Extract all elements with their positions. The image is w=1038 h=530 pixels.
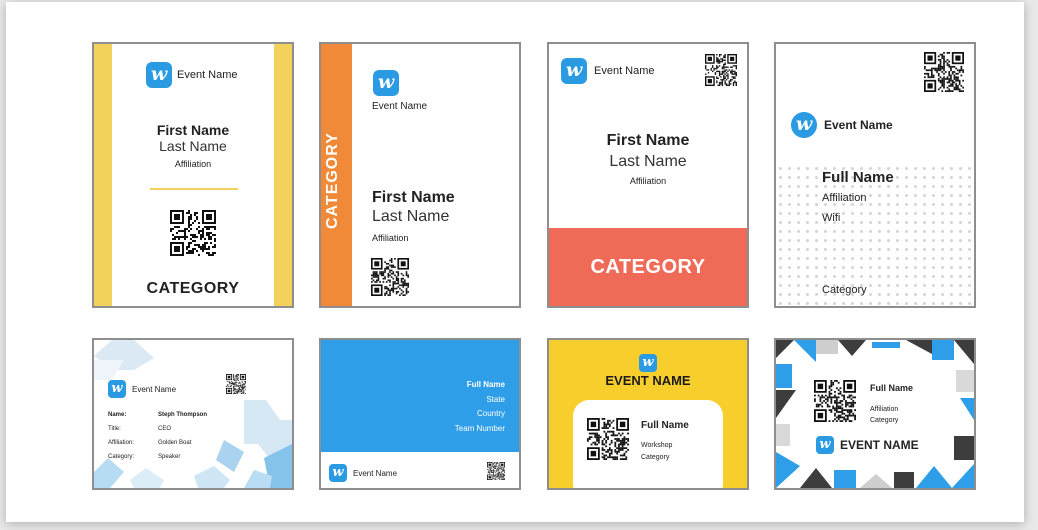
template-gallery: w Event Name First Name Last Name Affili… <box>6 2 1024 522</box>
affiliation: Affiliation <box>870 406 899 413</box>
workshop: Workshop <box>641 442 673 449</box>
geometric-border <box>776 340 974 488</box>
category: Category <box>641 454 670 461</box>
qr-code-icon <box>170 210 216 256</box>
divider <box>150 188 238 190</box>
category: Category <box>822 284 867 296</box>
info-table: Name: Steph Thompson Title: CEO Affiliatio… <box>108 408 258 464</box>
full-name: Full Name <box>466 380 505 389</box>
qr-code-icon <box>814 380 856 422</box>
event-name: EVENT NAME <box>605 373 691 388</box>
logo-icon: w <box>329 464 347 482</box>
logo-icon: w <box>791 112 817 138</box>
logo-icon: w <box>373 70 399 96</box>
left-stripe <box>94 44 112 306</box>
event-name: Event Name <box>132 384 177 394</box>
event-name: Event Name <box>824 118 893 132</box>
first-name: First Name <box>156 122 230 138</box>
name-value: Steph Thompson <box>158 412 207 418</box>
title-label: Title: <box>108 426 121 432</box>
wifi: Wifi <box>822 212 841 224</box>
event-header: w Event Name <box>108 380 176 398</box>
affiliation: Affiliation <box>822 192 867 204</box>
badge-template-1[interactable]: w Event Name First Name Last Name Affili… <box>92 42 294 308</box>
logo-icon: w <box>108 380 126 398</box>
qr-code-icon <box>487 462 505 480</box>
event-footer: w Event Name <box>329 464 397 482</box>
qr-code-icon <box>587 418 629 460</box>
affiliation-label: Affiliation: <box>108 440 134 446</box>
last-name: Last Name <box>372 208 450 225</box>
affiliation: Affiliation <box>174 159 212 169</box>
title-value: CEO <box>158 426 172 432</box>
qr-code-icon <box>371 258 409 296</box>
logo-icon: w <box>816 436 834 454</box>
affiliation-value: Golden Boat <box>158 440 192 446</box>
last-name: Last Name <box>159 138 227 154</box>
event-header: w Event Name <box>561 58 655 84</box>
event-name: Event Name <box>372 101 428 112</box>
badge-template-6[interactable]: Full Name State Country Team Number w Ev… <box>319 338 521 490</box>
full-name: Full Name <box>870 383 914 393</box>
country: Country <box>476 409 505 418</box>
affiliation: Affiliation <box>629 176 667 186</box>
event-header: w Event Name <box>791 112 893 138</box>
category-value: Speaker <box>158 454 181 460</box>
event-header: w Event Name <box>146 62 238 88</box>
qr-code-icon <box>924 52 964 92</box>
category: CATEGORY <box>324 132 341 229</box>
qr-code-icon <box>705 54 737 86</box>
category: CATEGORY <box>590 256 706 278</box>
right-stripe <box>274 44 292 306</box>
attendee-info: Full Name State Country Team Number <box>455 378 505 436</box>
first-name: First Name <box>372 189 455 206</box>
badge-template-7[interactable]: w EVENT NAME Full Name Workshop Category <box>547 338 749 490</box>
affiliation: Affiliation <box>372 233 409 243</box>
badge-template-3[interactable]: w Event Name First Name Last Name Affili… <box>547 42 749 308</box>
logo-icon: w <box>561 58 587 84</box>
name-label: Name: <box>108 412 127 418</box>
category-label: Category: <box>108 454 135 460</box>
badge-template-4[interactable]: w Event Name Full Name Affiliation Wifi … <box>774 42 976 308</box>
logo-wrap: w <box>639 353 657 372</box>
event-name: Event Name <box>594 65 655 77</box>
qr-code-icon <box>226 374 246 394</box>
category: CATEGORY <box>146 280 240 297</box>
full-name: Full Name <box>822 169 894 186</box>
logo-icon: w <box>639 354 657 372</box>
logo-wrap: w <box>373 70 399 96</box>
badge-template-8[interactable]: Full Name Affiliation Category w EVENT N… <box>774 338 976 490</box>
event-name: EVENT NAME <box>840 438 919 452</box>
logo-icon: w <box>146 62 172 88</box>
first-name: First Name <box>606 132 690 149</box>
full-name: Full Name <box>641 420 689 431</box>
event-name: Event Name <box>177 69 238 81</box>
state: State <box>486 394 505 404</box>
last-name: Last Name <box>609 153 687 170</box>
event-name: Event Name <box>353 468 398 478</box>
event-footer: w EVENT NAME <box>816 436 919 454</box>
badge-template-2[interactable]: CATEGORY w Event Name First Name Last Na… <box>319 42 521 308</box>
category: Category <box>870 417 899 424</box>
team-number: Team Number <box>454 423 505 433</box>
badge-template-5[interactable]: w Event Name Name: Steph Thompson Title: C… <box>92 338 294 490</box>
